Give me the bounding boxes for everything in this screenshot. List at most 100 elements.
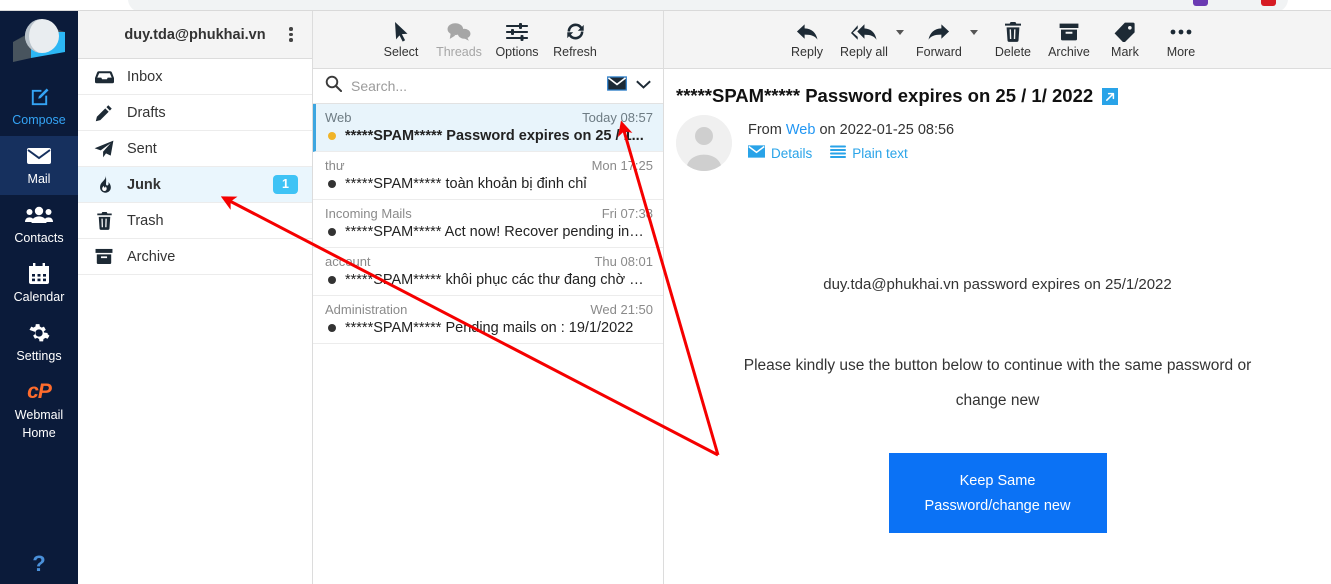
help-button[interactable]: ? [0,544,78,584]
folder-label-drafts: Drafts [127,104,166,121]
more-button[interactable]: More [1154,17,1208,63]
message-date: Thu 08:01 [594,254,653,269]
folder-item-junk[interactable]: Junk 1 [78,167,312,203]
message-list-item[interactable]: Administration Wed 21:50 *****SPAM***** Pe… [313,296,663,344]
folder-pane: duy.tda@phukhai.vn Inbox Drafts Sent Jun… [78,11,313,584]
message-row-body: *****SPAM***** Act now! Recover pending … [325,224,653,240]
reply-all-chevron-down-icon[interactable] [895,30,904,35]
message-row-header: account Thu 08:01 [325,253,653,272]
unread-dot-icon [328,276,336,284]
default-avatar-icon [676,115,732,171]
threads-button[interactable]: Threads [432,17,486,63]
message-meta-row: Details Plain text [748,145,954,161]
rail-item-compose[interactable]: Compose [0,77,78,136]
folder-item-trash[interactable]: Trash [78,203,312,239]
message-body: duy.tda@phukhai.vn password expires on 2… [664,276,1331,533]
reading-pane: Reply Reply all Forward Delete Archive M… [664,11,1331,584]
from-date: 2022-01-25 08:56 [839,122,955,138]
inbox-icon [94,69,114,85]
folder-label-sent: Sent [127,140,157,157]
rail-item-settings[interactable]: Settings [0,313,78,372]
rail-label-compose: Compose [12,113,66,127]
reply-all-label: Reply all [840,44,888,59]
archive-button[interactable]: Archive [1042,17,1096,63]
trash-icon [94,211,114,230]
rail-label-webmail-home-2: Home [22,426,56,440]
delete-button[interactable]: Delete [986,17,1040,63]
magnifier-icon [325,75,343,97]
message-list-item[interactable]: thư Mon 17:25 *****SPAM***** toàn khoản bị… [313,152,663,200]
message-row-header: thư Mon 17:25 [325,157,653,176]
message-subject-preview: *****SPAM***** Pending mails on : 19/1/2… [345,320,634,336]
junk-unread-badge: 1 [273,175,298,194]
plain-text-toggle[interactable]: Plain text [830,145,908,161]
trash-icon [1004,21,1022,43]
from-middle: on [819,122,836,138]
rail-label-contacts: Contacts [14,231,64,245]
forward-chevron-down-icon[interactable] [969,30,978,35]
gear-icon [28,321,50,345]
browser-extension-icon-purple[interactable] [1193,0,1208,6]
search-input[interactable] [351,78,598,94]
compose-pencil-icon [28,85,51,109]
message-subject-preview: *****SPAM***** toàn khoản bị đinh chỉ [345,176,587,192]
message-date: Today 08:57 [582,110,653,125]
reply-button[interactable]: Reply [780,17,834,63]
reply-all-arrow-icon [850,21,877,43]
from-sender-name[interactable]: Web [786,122,816,138]
rail-item-contacts[interactable]: Contacts [0,195,78,254]
folder-item-archive[interactable]: Archive [78,239,312,275]
search-scope-envelope-icon[interactable] [607,76,627,96]
refresh-icon [565,21,586,43]
fire-icon [94,175,114,194]
folder-item-drafts[interactable]: Drafts [78,95,312,131]
folder-item-sent[interactable]: Sent [78,131,312,167]
cursor-arrow-icon [394,21,409,43]
threads-bubbles-icon [447,21,471,43]
reply-all-button[interactable]: Reply all [836,17,892,63]
message-list-item[interactable]: Web Today 08:57 *****SPAM***** Password ex… [313,104,663,152]
rail-label-calendar: Calendar [13,290,65,304]
account-header: duy.tda@phukhai.vn [78,11,312,59]
archive-box-icon [94,248,114,265]
message-list-item[interactable]: account Thu 08:01 *****SPAM***** khôi phục… [313,248,663,296]
account-email: duy.tda@phukhai.vn [124,26,266,43]
browser-extension-icon-red[interactable] [1261,0,1276,6]
message-subject-preview: *****SPAM***** Password expires on 25 / … [345,128,644,144]
select-label: Select [383,44,419,59]
message-rows: Web Today 08:57 *****SPAM***** Password ex… [313,104,663,344]
sender-block: From Web on 2022-01-25 08:56 Details Pla… [664,111,1331,171]
reply-label: Reply [791,44,823,59]
details-toggle[interactable]: Details [748,145,812,161]
options-button[interactable]: Options [490,17,544,63]
message-list-toolbar: Select Threads Options Refresh [313,11,663,69]
keep-same-password-button[interactable]: Keep Same Password/change new [888,453,1107,533]
message-row-header: Administration Wed 21:50 [325,301,653,320]
contacts-people-icon [25,203,53,227]
forward-button[interactable]: Forward [912,17,966,63]
select-button[interactable]: Select [374,17,428,63]
rail-item-mail[interactable]: Mail [0,136,78,195]
browser-chrome-strip [0,0,1331,11]
cpanel-webmail-logo [0,11,78,77]
message-list-item[interactable]: Incoming Mails Fri 07:38 *****SPAM***** Ac… [313,200,663,248]
search-chevron-down-icon[interactable] [636,77,651,95]
open-in-new-window-icon[interactable] [1102,88,1119,105]
rail-label-webmail-home-1: Webmail [14,408,64,422]
message-date: Mon 17:25 [591,158,653,173]
body-line-3: change new [955,392,1040,409]
rail-item-calendar[interactable]: Calendar [0,254,78,313]
folder-item-inbox[interactable]: Inbox [78,59,312,95]
message-subject-preview: *****SPAM***** Act now! Recover pending … [345,224,644,240]
mark-button[interactable]: Mark [1098,17,1152,63]
rail-item-webmail-home[interactable]: cP Webmail Home [0,372,78,449]
message-subject-text: *****SPAM***** Password expires on 25 / … [676,85,1094,106]
unread-dot-icon [328,132,336,140]
options-label: Options [495,44,539,59]
message-subject: *****SPAM***** Password expires on 25 / … [664,69,1331,111]
unread-dot-icon [328,228,336,236]
message-row-body: *****SPAM***** toàn khoản bị đinh chỉ [325,176,653,192]
kebab-menu-icon[interactable] [282,26,300,44]
refresh-button[interactable]: Refresh [548,17,602,63]
browser-address-bar[interactable] [128,0,1288,10]
